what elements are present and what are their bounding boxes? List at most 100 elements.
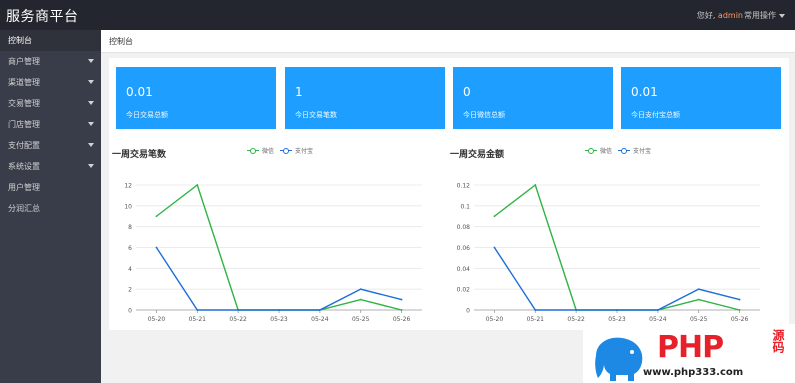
data-point [359, 298, 362, 301]
legend-label: 支付宝 [633, 148, 652, 155]
stat-label: 今日交易笔数 [295, 111, 337, 119]
greeting-text: 您好, [696, 11, 716, 20]
data-point [738, 298, 741, 301]
breadcrumb: 控制台 [101, 30, 795, 53]
sidebar-item[interactable]: 控制台 [0, 30, 101, 51]
stat-label: 今日支付宝总额 [631, 111, 680, 119]
sidebar-item-label: 系统设置 [8, 162, 40, 171]
y-tick-label: 0 [128, 308, 132, 315]
legend-item-wechat[interactable]: 微信 [247, 146, 274, 155]
data-point [697, 298, 700, 301]
chevron-down-icon [88, 164, 94, 168]
y-tick-label: 0.08 [457, 224, 471, 231]
line-marker-icon [585, 147, 597, 155]
chart-plot: 0 2 4 6 8 10 12 05-20 05-21 05-22 05-23 05-24 05-25 0… [124, 183, 422, 323]
x-tick-label: 05-23 [608, 316, 626, 323]
stat-label: 今日微信总额 [463, 111, 505, 119]
sidebar-item[interactable]: 系统设置 [0, 156, 101, 177]
x-tick-label: 05-20 [148, 316, 166, 323]
stat-card-alipay-amount: 0.01 今日支付宝总额 [621, 67, 781, 129]
y-tick-label: 12 [124, 183, 132, 190]
watermark-url: www.php333.com [643, 367, 744, 378]
sidebar-item-label: 交易管理 [8, 99, 40, 108]
sidebar-item[interactable]: 商户管理 [0, 51, 101, 72]
data-point [575, 309, 578, 311]
x-tick-label: 05-25 [352, 316, 370, 323]
stat-card-wechat-amount: 0 今日微信总额 [453, 67, 613, 129]
data-point [493, 215, 496, 218]
dashboard-panel: 0.01 今日交易总额 1 今日交易笔数 0 今日微信总额 0.01 今日支付宝… [109, 58, 789, 330]
legend-item-alipay[interactable]: 支付宝 [280, 146, 313, 155]
data-point [534, 309, 537, 311]
sidebar-item-label: 支付配置 [8, 141, 40, 150]
stat-card-total-amount: 0.01 今日交易总额 [116, 67, 276, 129]
stat-value: 0.01 [631, 85, 658, 99]
app-title: 服务商平台 [6, 9, 79, 25]
data-point [656, 309, 659, 311]
sidebar-item[interactable]: 渠道管理 [0, 72, 101, 93]
line-marker-icon [280, 147, 293, 155]
common-ops-menu[interactable]: 常用操作 [744, 10, 785, 21]
chevron-down-icon [88, 143, 94, 147]
y-tick-label: 0.02 [457, 287, 471, 294]
data-point [196, 309, 199, 311]
sidebar-item[interactable]: 支付配置 [0, 135, 101, 156]
x-tick-label: 05-21 [189, 316, 207, 323]
x-tick-label: 05-20 [486, 316, 504, 323]
y-tick-label: 8 [128, 224, 132, 231]
elephant-logo-icon [595, 337, 643, 381]
data-point [534, 184, 537, 186]
x-tick-label: 05-24 [649, 316, 667, 323]
stat-label: 今日交易总额 [126, 111, 168, 119]
stat-value: 0.01 [126, 85, 153, 99]
y-tick-label: 0.12 [457, 183, 471, 190]
watermark: PHP 源码 www.php333.com [583, 324, 795, 383]
legend-label: 微信 [262, 148, 275, 155]
chevron-down-icon [88, 122, 94, 126]
data-point [278, 309, 280, 311]
sidebar-item[interactable]: 分润汇总 [0, 198, 101, 219]
username-link[interactable]: admin [718, 11, 743, 20]
x-tick-label: 05-26 [731, 316, 749, 323]
user-greeting: 您好, admin [697, 10, 743, 21]
chevron-down-icon [88, 59, 94, 63]
watermark-text: PHP [657, 330, 724, 365]
x-tick-label: 05-22 [567, 316, 585, 323]
legend-label: 微信 [600, 148, 613, 155]
chart-legend: 微信 支付宝 [585, 146, 657, 155]
legend-item-wechat[interactable]: 微信 [585, 146, 612, 155]
breadcrumb-item[interactable]: 控制台 [109, 36, 133, 47]
sidebar-item[interactable]: 门店管理 [0, 114, 101, 135]
chevron-down-icon [779, 13, 785, 18]
x-tick-label: 05-24 [311, 316, 329, 323]
sidebar-item[interactable]: 用户管理 [0, 177, 101, 198]
sidebar-item[interactable]: 交易管理 [0, 93, 101, 114]
chart-legend: 微信 支付宝 [247, 146, 319, 155]
top-bar: 服务商平台 您好, admin 常用操作 [0, 0, 795, 30]
x-tick-label: 05-25 [690, 316, 708, 323]
data-point [318, 309, 321, 311]
legend-item-alipay[interactable]: 支付宝 [618, 146, 651, 155]
legend-label: 支付宝 [295, 148, 314, 155]
y-tick-label: 2 [128, 287, 132, 294]
stat-card-total-count: 1 今日交易笔数 [285, 67, 445, 129]
line-marker-icon [247, 147, 259, 155]
data-point [738, 309, 741, 311]
chevron-down-icon [88, 80, 94, 84]
chart-title: 一周交易笔数 [112, 150, 167, 160]
x-tick-label: 05-21 [527, 316, 545, 323]
stat-value: 1 [295, 85, 303, 99]
line-marker-icon [618, 147, 631, 155]
data-point [155, 246, 158, 249]
weekly-count-chart: 0 2 4 6 8 10 12 05-20 05-21 05-22 05-23 05-24 05-25 0… [109, 137, 437, 327]
y-tick-label: 0.06 [457, 245, 471, 252]
sidebar-item-label: 商户管理 [8, 57, 40, 66]
chart-title: 一周交易金额 [450, 150, 505, 160]
watermark-cn: 源码 [771, 329, 785, 353]
chevron-down-icon [88, 101, 94, 105]
sidebar-item-label: 门店管理 [8, 120, 40, 129]
data-point [196, 184, 199, 186]
sidebar-item-label: 渠道管理 [8, 78, 40, 87]
chart-plot: 0 0.02 0.04 0.06 0.08 0.1 0.12 05-20 05-21 05-22 0… [457, 183, 760, 323]
data-point [493, 246, 496, 249]
